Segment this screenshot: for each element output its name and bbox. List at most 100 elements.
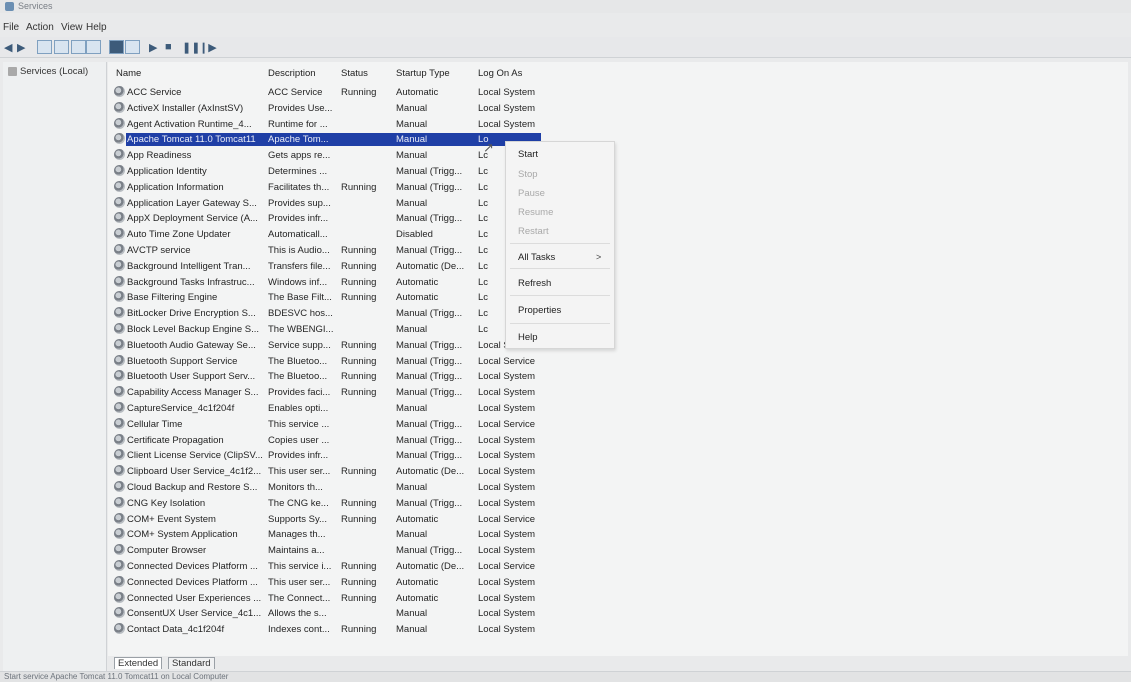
column-header-log-on-as[interactable]: Log On As xyxy=(478,68,522,79)
table-row[interactable]: CNG Key Isolation The CNG ke... Running Man… xyxy=(108,496,1128,511)
forward-arrow-icon[interactable]: ▶ xyxy=(17,40,25,54)
table-row[interactable]: Client License Service (ClipSV... Provide… xyxy=(108,448,1128,463)
service-description: ACC Service xyxy=(268,87,323,98)
menu-file[interactable]: File xyxy=(3,22,19,33)
service-name: Background Tasks Infrastruc... xyxy=(127,276,255,288)
service-startup-type: Manual (Trigg... xyxy=(396,450,463,462)
context-menu-all-tasks[interactable]: All Tasks xyxy=(518,252,555,263)
context-menu-refresh[interactable]: Refresh xyxy=(518,278,551,289)
list-header: Name Description Status Startup Type Log… xyxy=(108,68,1128,82)
table-row[interactable]: AVCTP service This is Audio... Running Manu… xyxy=(108,243,1128,258)
column-header-startup-type[interactable]: Startup Type xyxy=(396,68,450,79)
menu-help[interactable]: Help xyxy=(86,22,107,33)
context-menu-properties[interactable]: Properties xyxy=(518,305,561,316)
service-description: Determines ... xyxy=(268,166,328,177)
export-list-icon[interactable] xyxy=(86,40,101,54)
column-header-name[interactable]: Name xyxy=(116,68,141,79)
service-startup-type: Automatic (De... xyxy=(396,561,465,572)
table-row[interactable]: CaptureService_4c1f204f Enables opti... Ma… xyxy=(108,401,1128,416)
table-row[interactable]: Bluetooth User Support Serv... The Blueto… xyxy=(108,369,1128,384)
table-row[interactable]: ConsentUX User Service_4c1... Allows the … xyxy=(108,606,1128,621)
table-row[interactable]: Bluetooth Support Service The Bluetoo... R… xyxy=(108,354,1128,369)
pause-service-icon[interactable]: ❚❚ xyxy=(182,40,200,54)
service-description: Manages th... xyxy=(268,529,326,541)
service-name: Client License Service (ClipSV... xyxy=(127,450,263,462)
refresh-icon[interactable] xyxy=(71,40,86,54)
back-arrow-icon[interactable]: ◀ xyxy=(4,40,12,54)
stop-service-icon[interactable]: ■ xyxy=(165,40,172,54)
menu-action[interactable]: Action xyxy=(26,22,54,33)
show-hide-console-tree-icon[interactable] xyxy=(37,40,52,54)
table-row[interactable]: App Readiness Gets apps re... Manual Lc xyxy=(108,148,1128,163)
context-menu-restart[interactable]: Restart xyxy=(518,226,549,237)
column-header-status[interactable]: Status xyxy=(341,68,368,79)
service-gear-icon xyxy=(114,623,125,635)
table-row[interactable]: Contact Data_4c1f204f Indexes cont... Runn… xyxy=(108,622,1128,637)
menu-view[interactable]: View xyxy=(61,22,83,33)
services-list[interactable]: Name Description Status Startup Type Log… xyxy=(108,62,1128,656)
help-icon[interactable] xyxy=(109,40,124,54)
table-row[interactable]: COM+ System Application Manages th... Manu… xyxy=(108,527,1128,542)
service-status: Running xyxy=(341,292,377,304)
service-name: BitLocker Drive Encryption S... xyxy=(127,308,256,320)
toolbar: ◀ ▶ ▶ ■ ❚❚ ❙▶ xyxy=(0,37,1131,58)
table-row[interactable]: Block Level Backup Engine S... The WBENGI… xyxy=(108,322,1128,337)
service-startup-type: Manual xyxy=(396,324,428,335)
table-row[interactable]: Certificate Propagation Copies user ... Ma… xyxy=(108,433,1128,448)
table-row[interactable]: ActiveX Installer (AxInstSV) Provides Use… xyxy=(108,101,1128,116)
service-status: Running xyxy=(341,339,377,351)
context-menu-resume[interactable]: Resume xyxy=(518,207,553,218)
table-row[interactable]: Cloud Backup and Restore S... Monitors th… xyxy=(108,480,1128,495)
start-service-icon[interactable]: ▶ xyxy=(149,40,157,54)
services-local-node[interactable]: Services (Local) xyxy=(8,66,88,77)
context-menu-pause[interactable]: Pause xyxy=(518,188,545,199)
table-row[interactable]: Bluetooth Audio Gateway Se... Service sup… xyxy=(108,338,1128,353)
restart-service-icon[interactable]: ❙▶ xyxy=(199,40,217,54)
service-description: Provides infr... xyxy=(268,450,329,462)
table-row[interactable]: Connected User Experiences ... The Connec… xyxy=(108,591,1128,606)
table-row[interactable]: Connected Devices Platform ... This user … xyxy=(108,575,1128,590)
tab-standard[interactable]: Standard xyxy=(168,657,215,669)
service-log-on-as: Local System xyxy=(478,497,536,509)
service-startup-type: Manual (Trigg... xyxy=(396,181,463,193)
table-row[interactable]: Computer Browser Maintains a... Manual (Tr… xyxy=(108,543,1128,558)
service-description: Monitors th... xyxy=(268,482,323,493)
service-gear-icon xyxy=(114,228,125,240)
table-row[interactable]: Application Identity Determines ... Manual… xyxy=(108,164,1128,179)
service-name: CaptureService_4c1f204f xyxy=(127,403,235,414)
table-row[interactable]: Base Filtering Engine The Base Filt... Run… xyxy=(108,290,1128,305)
service-startup-type: Manual xyxy=(396,608,428,620)
table-row[interactable]: Application Information Facilitates th...… xyxy=(108,180,1128,195)
service-gear-icon xyxy=(114,117,125,129)
service-startup-type: Manual xyxy=(396,529,428,541)
table-row[interactable]: Background Intelligent Tran... Transfers … xyxy=(108,259,1128,274)
show-action-pane-icon[interactable] xyxy=(125,40,140,54)
context-menu-help[interactable]: Help xyxy=(518,332,538,343)
service-name: COM+ Event System xyxy=(127,513,216,525)
service-status: Running xyxy=(341,561,377,572)
context-menu-start[interactable]: Start xyxy=(518,149,538,160)
table-row[interactable]: Application Layer Gateway S... Provides s… xyxy=(108,196,1128,211)
column-header-description[interactable]: Description xyxy=(268,68,316,79)
service-description: Allows the s... xyxy=(268,608,327,620)
service-name: Capability Access Manager S... xyxy=(127,387,259,399)
table-row[interactable]: Capability Access Manager S... Provides f… xyxy=(108,385,1128,400)
service-description: Maintains a... xyxy=(268,545,325,557)
properties-icon[interactable] xyxy=(54,40,69,54)
table-row[interactable]: BitLocker Drive Encryption S... BDESVC ho… xyxy=(108,306,1128,321)
table-row[interactable]: Auto Time Zone Updater Automaticall... Dis… xyxy=(108,227,1128,242)
tab-extended[interactable]: Extended xyxy=(114,657,163,669)
context-menu-stop[interactable]: Stop xyxy=(518,169,538,180)
table-row[interactable]: COM+ Event System Supports Sy... Running Au… xyxy=(108,512,1128,527)
service-name: Auto Time Zone Updater xyxy=(127,229,231,241)
table-row[interactable]: Clipboard User Service_4c1f2... This user… xyxy=(108,464,1128,479)
table-row[interactable]: Apache Tomcat 11.0 Tomcat11 Apache Tom...… xyxy=(108,132,1128,147)
table-row[interactable]: AppX Deployment Service (A... Provides in… xyxy=(108,211,1128,226)
table-row[interactable]: Cellular Time This service ... Manual (Tri… xyxy=(108,417,1128,432)
service-description: Apache Tom... xyxy=(268,134,329,146)
table-row[interactable]: Background Tasks Infrastruc... Windows in… xyxy=(108,275,1128,290)
table-row[interactable]: Connected Devices Platform ... This servi… xyxy=(108,559,1128,574)
table-row[interactable]: ACC Service ACC Service Running Automatic Lo… xyxy=(108,85,1128,100)
table-row[interactable]: Agent Activation Runtime_4... Runtime for… xyxy=(108,117,1128,132)
service-description: Gets apps re... xyxy=(268,150,331,162)
